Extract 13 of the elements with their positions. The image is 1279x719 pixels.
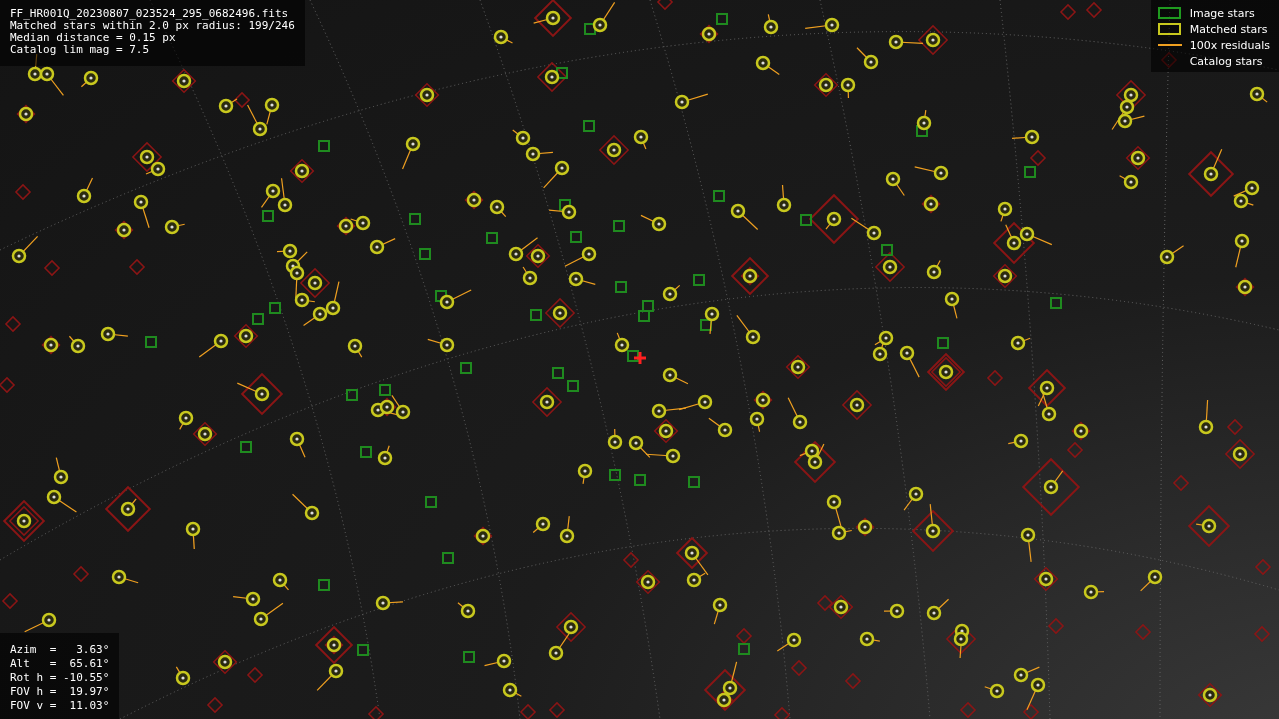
- pointing-text: Alt = 65.61°: [10, 657, 110, 671]
- info-text: Catalog lim mag = 7.5: [10, 44, 150, 56]
- legend-label: Catalog stars: [1189, 54, 1263, 68]
- legend-label: Matched stars: [1189, 22, 1268, 36]
- pointing-text: FOV v = 11.03°: [10, 699, 110, 713]
- info-text: FF_HR001Q_20230807_023524_295_0682496.fits: [10, 8, 289, 20]
- info-text: Matched stars within 2.0 px radius: 199/246: [10, 20, 295, 32]
- info-text: Median distance = 0.15 px: [10, 32, 176, 44]
- legend-label: 100x residuals: [1189, 38, 1270, 52]
- pointing-text: Rot h = -10.55°: [10, 671, 110, 685]
- pointing-text: Azim = 3.63°: [10, 643, 110, 657]
- legend-label: Image stars: [1189, 6, 1255, 20]
- pointing-text: FOV h = 19.97°: [10, 685, 110, 699]
